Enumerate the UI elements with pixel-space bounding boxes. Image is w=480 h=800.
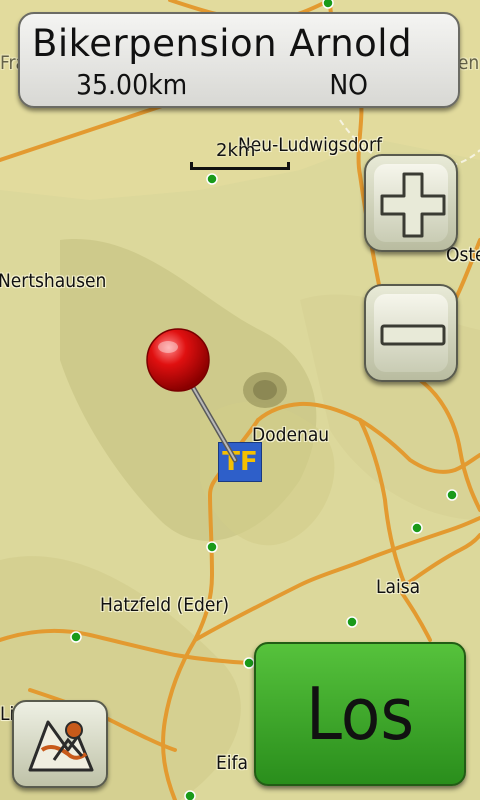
direction-value: NO — [329, 68, 368, 101]
destination-title: Bikerpension Arnold — [32, 22, 413, 65]
plus-icon — [380, 172, 446, 238]
go-button[interactable]: Los — [254, 642, 466, 786]
location-pin-icon[interactable] — [140, 320, 250, 470]
zoom-out-button[interactable] — [364, 284, 458, 382]
place-label: Laisa — [376, 576, 421, 598]
scale-label: 2km — [216, 140, 256, 161]
minus-icon — [380, 324, 446, 346]
place-label: Nertshausen — [0, 270, 107, 292]
map-tools-button[interactable] — [12, 700, 108, 788]
place-label: Hatzfeld (Eder) — [100, 594, 230, 616]
map-tools-icon — [28, 720, 94, 772]
destination-header[interactable]: Bikerpension Arnold 35.00km NO — [18, 12, 460, 108]
scale-bar — [190, 162, 290, 170]
go-button-label: Los — [305, 672, 415, 756]
map-scale: 2km — [190, 140, 290, 170]
place-label: Eifa — [216, 752, 249, 774]
distance-value: 35.00km — [76, 68, 188, 101]
place-label: Dodenau — [252, 424, 330, 446]
zoom-in-button[interactable] — [364, 154, 458, 252]
